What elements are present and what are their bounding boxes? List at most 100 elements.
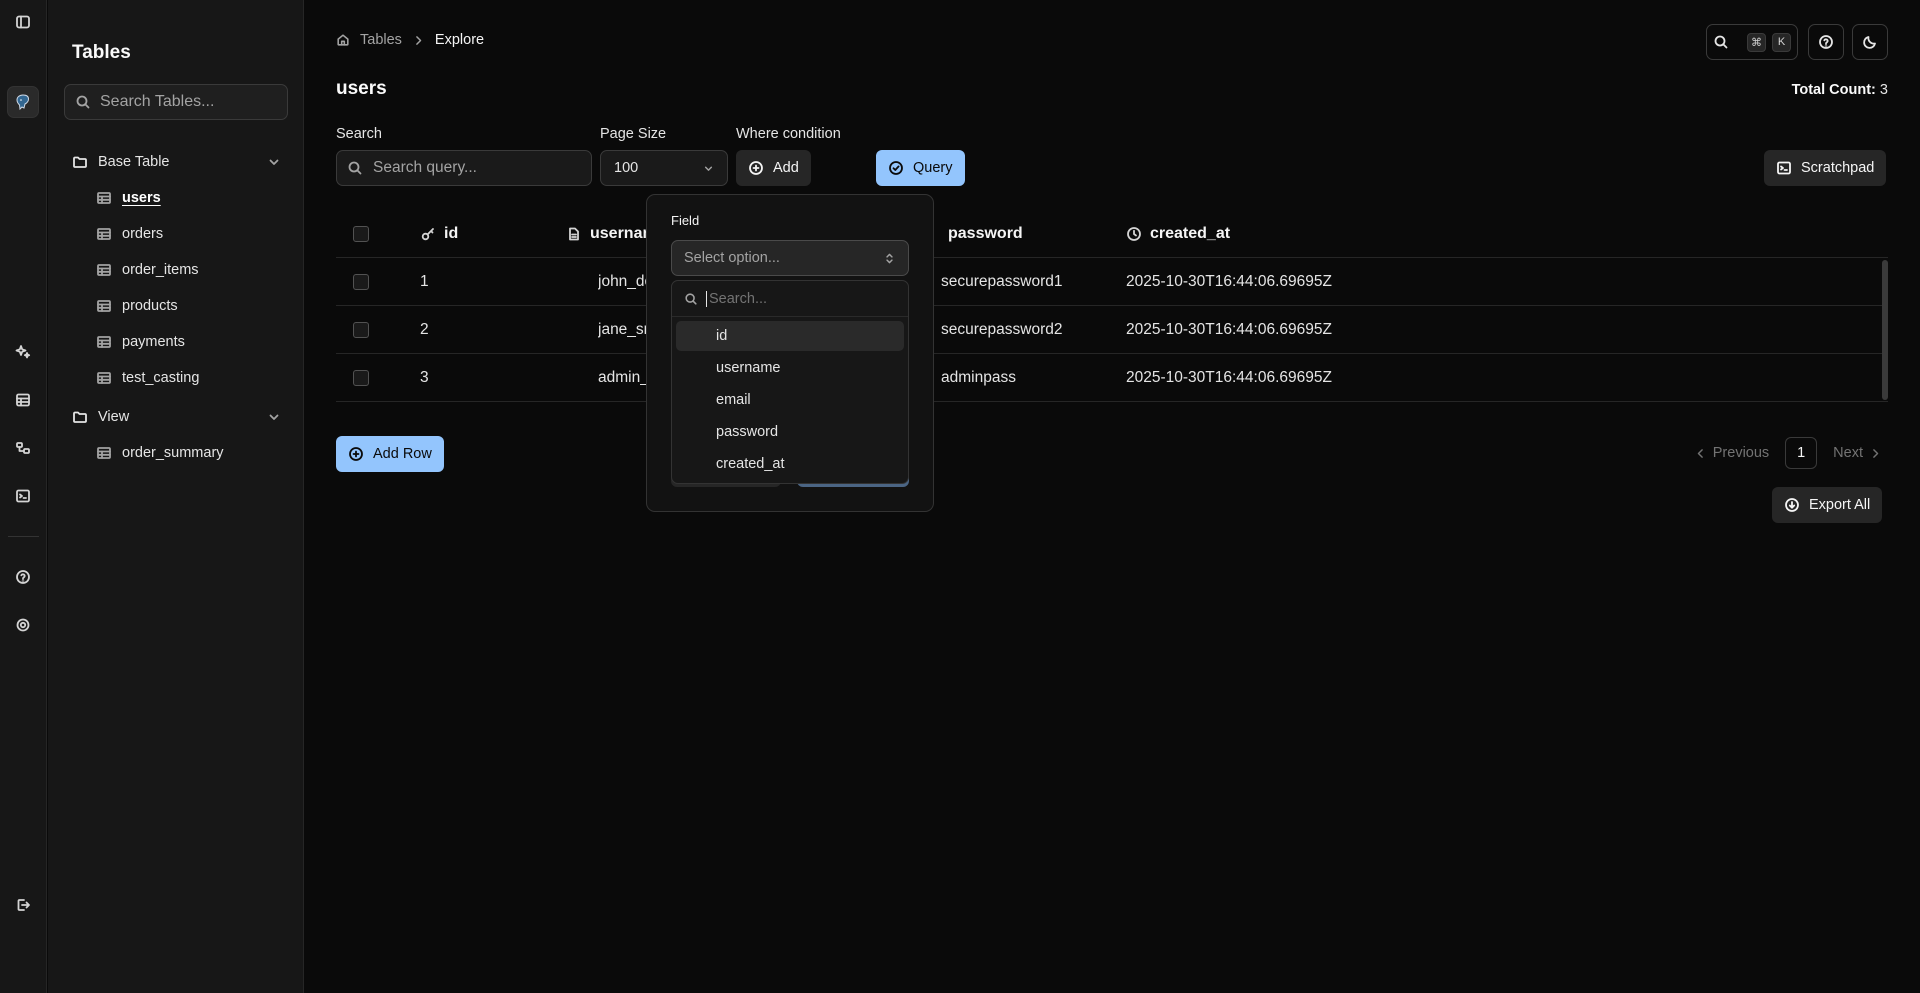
sidebar-toggle-icon[interactable]: [11, 10, 35, 34]
terminal-icon[interactable]: [11, 484, 35, 508]
sidebar-search-input[interactable]: [100, 93, 280, 111]
sidebar-item-order-items[interactable]: order_items: [96, 258, 199, 282]
scratchpad-label: Scratchpad: [1801, 160, 1875, 176]
sidebar-title: Tables: [72, 42, 131, 63]
sidebar-item-label: order_items: [122, 262, 199, 278]
text-icon: [566, 226, 582, 242]
table-icon: [96, 445, 112, 461]
group-view[interactable]: View: [72, 404, 282, 430]
column-header-username[interactable]: username: [566, 225, 646, 243]
breadcrumb-root[interactable]: Tables: [360, 32, 402, 48]
breadcrumb: Tables Explore: [336, 32, 484, 48]
table-scrollbar[interactable]: [1882, 260, 1888, 400]
group-base-table[interactable]: Base Table: [72, 149, 282, 175]
sidebar-item-label: orders: [122, 226, 164, 242]
select-all-checkbox[interactable]: [353, 225, 369, 242]
query-search-field[interactable]: Search query...: [336, 150, 592, 186]
add-condition-label: Add: [773, 160, 799, 176]
table-icon: [96, 370, 112, 386]
column-header-password[interactable]: password: [948, 225, 1023, 243]
sidebar-item-label: users: [122, 190, 161, 206]
cell-password: securepassword1: [941, 272, 1063, 290]
field-select[interactable]: Select option...: [671, 240, 909, 276]
total-count: Total Count: 3: [1792, 82, 1888, 98]
page-size-value: 100: [614, 160, 639, 176]
table-icon: [96, 298, 112, 314]
theme-toggle-button[interactable]: [1852, 24, 1888, 60]
settings-gear-icon[interactable]: [11, 613, 35, 637]
row-checkbox[interactable]: [353, 321, 369, 338]
option-username[interactable]: username: [676, 353, 904, 383]
next-page-button[interactable]: Next: [1827, 445, 1888, 461]
row-checkbox[interactable]: [353, 369, 369, 386]
chevron-right-icon: [412, 34, 425, 47]
command-search-button[interactable]: ⌘ K: [1706, 24, 1798, 60]
search-icon: [75, 94, 91, 110]
sidebar-item-label: test_casting: [122, 370, 200, 386]
cell-created-at: 2025-10-30T16:44:06.69695Z: [1126, 368, 1332, 386]
table-row[interactable]: 3 admin_user adminpass 2025-10-30T16:44:…: [336, 354, 1888, 402]
option-created-at[interactable]: created_at: [676, 449, 904, 479]
home-icon[interactable]: [336, 33, 350, 47]
page-title: users: [336, 78, 387, 99]
option-email[interactable]: email: [676, 385, 904, 415]
field-label: Field: [671, 213, 700, 228]
plus-circle-icon: [348, 446, 364, 462]
where-condition-popover: Field Select option... id username email…: [646, 194, 934, 512]
sidebar-item-test-casting[interactable]: test_casting: [96, 366, 199, 390]
table-icon[interactable]: [11, 388, 35, 412]
pagination: Previous 1 Next: [1688, 437, 1888, 469]
column-header-created-at[interactable]: created_at: [1126, 225, 1230, 243]
cell-id: 2: [420, 320, 429, 338]
ai-sparkle-icon[interactable]: [11, 340, 35, 364]
scratchpad-icon: [1776, 160, 1792, 176]
kbd-cmd: ⌘: [1747, 32, 1766, 52]
page-number-button[interactable]: 1: [1785, 437, 1818, 469]
option-password[interactable]: password: [676, 417, 904, 447]
sidebar-item-users[interactable]: users: [96, 186, 161, 210]
column-header-label: id: [444, 224, 459, 242]
scratchpad-button[interactable]: Scratchpad: [1764, 150, 1887, 186]
option-search-input[interactable]: [706, 290, 896, 307]
moon-icon: [1862, 34, 1878, 50]
search-icon: [1713, 34, 1729, 50]
column-header-label: password: [948, 224, 1023, 242]
cell-created-at: 2025-10-30T16:44:06.69695Z: [1126, 272, 1332, 290]
chevron-down-icon: [702, 162, 715, 175]
folder-icon: [72, 154, 88, 170]
row-checkbox[interactable]: [353, 273, 369, 290]
sidebar-item-payments[interactable]: payments: [96, 330, 185, 354]
query-label: Query: [913, 160, 953, 176]
postgres-logo-icon[interactable]: [7, 86, 39, 118]
previous-label: Previous: [1712, 445, 1770, 461]
table-icon: [96, 262, 112, 278]
sidebar-search-box[interactable]: [64, 84, 288, 120]
logout-icon[interactable]: [11, 893, 35, 917]
help-icon[interactable]: [11, 565, 35, 589]
schema-diagram-icon[interactable]: [11, 436, 35, 460]
help-button[interactable]: [1808, 24, 1844, 60]
rail-divider: [8, 536, 39, 537]
page-size-select[interactable]: 100: [600, 150, 728, 186]
add-row-button[interactable]: Add Row: [336, 436, 444, 472]
group-label: View: [98, 409, 130, 425]
table-icon: [96, 226, 112, 242]
column-header-id[interactable]: id: [420, 225, 458, 243]
add-condition-button[interactable]: Add: [736, 150, 811, 186]
tables-sidebar: Tables Base Table users orders order_ite…: [48, 0, 304, 993]
sidebar-item-products[interactable]: products: [96, 294, 178, 318]
sidebar-item-order-summary[interactable]: order_summary: [96, 441, 224, 465]
previous-page-button[interactable]: Previous: [1688, 445, 1775, 461]
table-row[interactable]: 2 jane_smith securepassword2 2025-10-30T…: [336, 306, 1888, 354]
chevron-down-icon: [266, 409, 282, 425]
query-button[interactable]: Query: [876, 150, 965, 186]
option-id[interactable]: id: [676, 321, 904, 351]
table-row[interactable]: 1 john_doe securepassword1 2025-10-30T16…: [336, 258, 1888, 306]
export-all-button[interactable]: Export All: [1772, 487, 1883, 523]
cell-password: securepassword2: [941, 320, 1063, 338]
add-row-label: Add Row: [373, 446, 432, 462]
option-search-box[interactable]: [672, 281, 908, 317]
query-search-placeholder: Search query...: [373, 159, 477, 176]
sidebar-item-orders[interactable]: orders: [96, 222, 163, 246]
chevrons-up-down-icon: [883, 252, 896, 265]
